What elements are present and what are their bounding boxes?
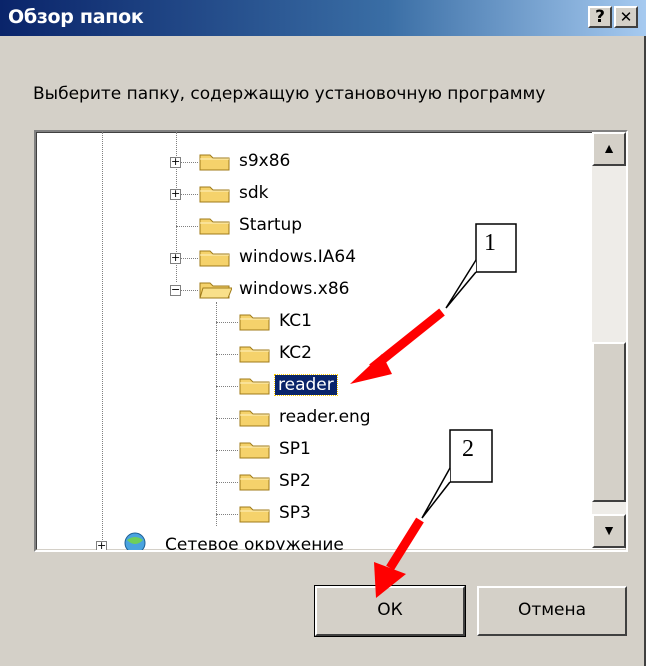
scroll-down-button[interactable]: ▼ (592, 514, 626, 548)
folder-icon (239, 378, 270, 395)
callout-2-label: 2 (462, 436, 474, 462)
folder-icon (199, 218, 230, 235)
callout-1-pointer (445, 259, 477, 309)
open-folder-icon (199, 282, 232, 299)
tree-item-label: SP3 (279, 503, 311, 523)
callout-2-pointer (421, 467, 451, 519)
collapse-icon[interactable]: − (170, 284, 181, 296)
folder-icon (239, 346, 270, 363)
annotation-arrows (350, 223, 517, 598)
folder-icon (199, 186, 230, 203)
folder-icon (239, 506, 270, 523)
folder-icon (239, 410, 270, 427)
expand-icon[interactable]: + (170, 156, 181, 168)
tree-item-label: s9x86 (239, 151, 291, 171)
tree-item-label: SP1 (279, 439, 311, 459)
folder-icon (199, 250, 230, 267)
close-button[interactable]: ✕ (614, 6, 638, 28)
dialog-prompt: Выберите папку, содержащую установочную … (33, 84, 546, 104)
network-places-icon (124, 532, 146, 550)
expand-icon[interactable]: + (170, 252, 181, 264)
tree-item-label: KC2 (279, 343, 312, 363)
arrow-2-shaft (386, 517, 424, 571)
vertical-scrollbar[interactable]: ▲ ▼ (592, 132, 626, 548)
browse-folders-dialog: Обзор папок ? ✕ Выберите папку, содержащ… (0, 0, 646, 666)
title-bar: Обзор папок ? ✕ (0, 0, 646, 36)
expand-icon[interactable]: + (96, 540, 107, 550)
scroll-up-button[interactable]: ▲ (592, 132, 626, 166)
help-button[interactable]: ? (588, 6, 612, 28)
tree-item-label: SP2 (279, 471, 311, 491)
folder-icon (239, 442, 270, 459)
callout-1-label: 1 (484, 230, 496, 256)
tree-item-label: sdk (239, 183, 269, 203)
tree-item-label: KC1 (279, 311, 312, 331)
folder-icon (199, 154, 230, 171)
scroll-thumb[interactable] (592, 342, 626, 502)
folder-icon (239, 474, 270, 491)
tree-item-s9x86[interactable]: + s9x86 (166, 150, 466, 174)
expand-icon[interactable]: + (170, 188, 181, 200)
window-title: Обзор папок (8, 6, 144, 28)
tree-item-label: Сетевое окружение (165, 535, 344, 552)
tree-item-label: Startup (239, 215, 303, 235)
tree-line (102, 132, 103, 548)
callout-1-box (475, 223, 517, 273)
folder-icon (239, 314, 270, 331)
tree-item-label-selected: reader (274, 374, 338, 396)
